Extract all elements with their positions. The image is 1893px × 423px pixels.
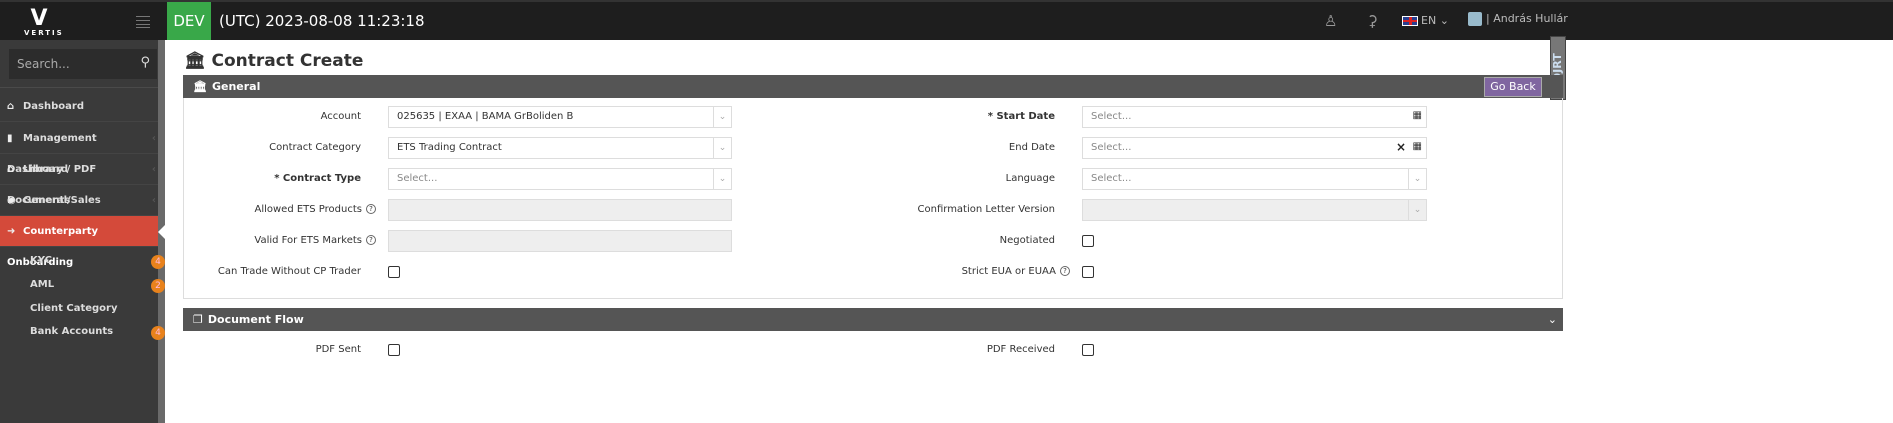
go-back-button[interactable]: Go Back — [1484, 77, 1542, 97]
sidebar-subitem-aml[interactable]: AML — [30, 279, 54, 290]
count-badge: 2 — [151, 279, 165, 293]
sidebar-subitem-bank-accounts[interactable]: Bank Accounts — [30, 326, 113, 337]
clear-icon[interactable]: × — [1396, 140, 1406, 154]
bell-icon[interactable]: ⚳ — [1367, 12, 1378, 30]
calendar-icon[interactable]: ▦ — [1413, 110, 1422, 121]
copy-icon: ❐ — [193, 313, 203, 326]
help-icon[interactable]: ? — [366, 235, 376, 245]
user-menu[interactable]: | András Hullár — [1468, 12, 1568, 26]
menu-toggle-icon[interactable] — [136, 16, 150, 28]
valid-for-ets-markets-field — [388, 230, 732, 252]
home-icon: ⌂ — [7, 101, 15, 112]
chevron-down-icon: ⌄ — [1408, 200, 1426, 220]
count-badge: 4 — [151, 326, 165, 340]
sidebar-subitem-client-category[interactable]: Client Category — [30, 303, 118, 314]
language-label: Language — [1005, 173, 1055, 184]
start-date-label: * Start Date — [987, 111, 1055, 122]
bank-icon: 🏛 — [193, 80, 207, 93]
chevron-down-icon: ⌄ — [713, 107, 731, 127]
contract-category-label: Contract Category — [269, 142, 361, 153]
avatar — [1468, 12, 1482, 26]
env-badge: DEV — [167, 2, 211, 40]
contract-type-select[interactable]: Select... ⌄ — [388, 168, 732, 190]
confirmation-letter-version-select: ⌄ — [1082, 199, 1427, 221]
negotiated-label: Negotiated — [999, 235, 1055, 246]
end-date-label: End Date — [1008, 142, 1055, 153]
pdf-sent-checkbox[interactable] — [388, 344, 400, 356]
negotiated-checkbox[interactable] — [1082, 235, 1094, 247]
language-selector[interactable]: EN ⌄ — [1402, 14, 1449, 27]
can-trade-without-cp-trader-label: Can Trade Without CP Trader — [217, 266, 361, 277]
strict-eua-label: Strict EUA or EUAA? — [770, 266, 1070, 277]
can-trade-without-cp-trader-checkbox[interactable] — [388, 266, 400, 278]
general-panel-header: 🏛 General — [183, 75, 1563, 98]
end-date-input[interactable]: Select... × ▦ — [1082, 137, 1427, 159]
search-input[interactable]: Search... ⚲ — [9, 49, 157, 79]
start-date-input[interactable]: Select... ▦ — [1082, 106, 1427, 128]
chevron-down-icon: ⌄ — [713, 169, 731, 189]
pdf-sent-label: PDF Sent — [315, 344, 361, 355]
uk-flag-icon — [1402, 16, 1418, 26]
valid-for-ets-markets-label: Valid For ETS Markets? — [76, 235, 376, 246]
bank-icon: 🏛 — [184, 51, 206, 71]
contract-category-select[interactable]: ETS Trading Contract ⌄ — [388, 137, 732, 159]
book-icon: ▮ — [7, 133, 13, 144]
chevron-down-icon[interactable]: ⌄ — [1548, 308, 1557, 331]
document-flow-panel-header[interactable]: ❐ Document Flow ⌄ — [183, 308, 1563, 331]
bank-icon: ⌂ — [7, 164, 15, 175]
help-icon[interactable]: ? — [1060, 266, 1070, 276]
pdf-received-label: PDF Received — [986, 344, 1055, 355]
sidebar-subitem-kyc[interactable]: KYC — [30, 255, 52, 266]
user-icon[interactable]: ♙ — [1324, 12, 1337, 30]
confirmation-letter-version-label: Confirmation Letter Version — [917, 204, 1055, 215]
pdf-received-checkbox[interactable] — [1082, 344, 1094, 356]
chevron-down-icon: ⌄ — [713, 138, 731, 158]
allowed-ets-products-label: Allowed ETS Products? — [76, 204, 376, 215]
calendar-icon[interactable]: ▦ — [1413, 141, 1422, 152]
globe-icon: ◉ — [7, 195, 16, 206]
chevron-down-icon: ⌄ — [1439, 14, 1449, 27]
help-icon[interactable]: ? — [366, 204, 376, 214]
search-icon[interactable]: ⚲ — [140, 55, 150, 70]
allowed-ets-products-field — [388, 199, 732, 221]
account-label: Account — [320, 111, 361, 122]
page-title: 🏛 Contract Create — [184, 51, 364, 71]
strict-eua-checkbox[interactable] — [1082, 266, 1094, 278]
contract-type-label: * Contract Type — [274, 173, 361, 184]
top-bar: V VERTIS DEV (UTC) 2023-08-08 11:23:18 ♙ … — [0, 0, 1893, 40]
sign-in-icon: ➜ — [7, 226, 16, 237]
language-select[interactable]: Select... ⌄ — [1082, 168, 1427, 190]
account-select[interactable]: 025635 | EXAA | BAMA GrBoliden B ⌄ — [388, 106, 732, 128]
chevron-down-icon: ⌄ — [1408, 169, 1426, 189]
utc-clock: (UTC) 2023-08-08 11:23:18 — [219, 12, 425, 30]
divider — [0, 87, 158, 88]
